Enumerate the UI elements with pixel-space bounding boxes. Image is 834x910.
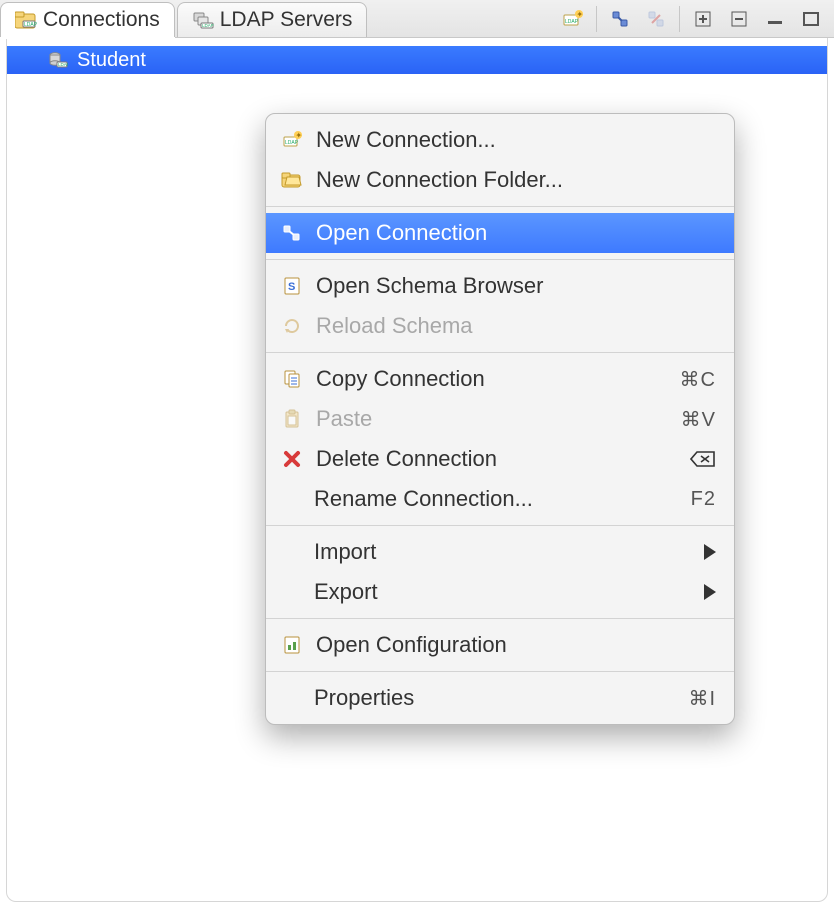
schema-browser-icon: S [280, 275, 304, 297]
toolbar-separator [596, 6, 597, 32]
new-connection-icon: LDAP ✦ [280, 129, 304, 151]
svg-text:LDAP: LDAP [202, 23, 214, 28]
connection-tree-item[interactable]: LDAP Student [7, 46, 827, 74]
maximize-view-button[interactable] [794, 4, 828, 34]
ldap-servers-icon: LDAP [192, 10, 214, 30]
menu-separator [266, 206, 734, 207]
menu-open-schema-browser-label: Open Schema Browser [316, 273, 716, 299]
new-connection-toolbar-button[interactable]: LDAP ✦ [556, 4, 590, 34]
close-connection-toolbar-button[interactable] [639, 4, 673, 34]
menu-properties[interactable]: Properties ⌘I [266, 678, 734, 718]
menu-properties-label: Properties [314, 685, 676, 711]
menu-separator [266, 525, 734, 526]
menu-open-configuration-label: Open Configuration [316, 632, 716, 658]
menu-separator [266, 618, 734, 619]
svg-text:S: S [288, 281, 295, 293]
open-connection-toolbar-button[interactable] [603, 4, 637, 34]
menu-rename-connection-shortcut: F2 [691, 488, 716, 511]
menu-separator [266, 352, 734, 353]
reload-schema-icon [280, 315, 304, 337]
menu-new-connection-label: New Connection... [316, 127, 716, 153]
ldap-connection-icon: LDAP [47, 50, 69, 70]
menu-paste-shortcut: ⌘V [681, 407, 716, 432]
submenu-arrow-icon [704, 584, 716, 600]
connections-folder-icon: LDAP [15, 10, 37, 30]
ldap-connections-view: LDAP Connections LDAP LDAP Servers LDAP [0, 0, 834, 910]
menu-import-label: Import [314, 539, 692, 565]
connection-context-menu: LDAP ✦ New Connection... New Connection … [265, 113, 735, 725]
view-tab-bar: LDAP Connections LDAP LDAP Servers LDAP [0, 0, 834, 38]
open-connection-icon [280, 222, 304, 244]
tab-ldap-servers[interactable]: LDAP LDAP Servers [177, 2, 368, 37]
submenu-arrow-icon [704, 544, 716, 560]
menu-copy-connection-shortcut: ⌘C [680, 367, 716, 392]
menu-rename-connection-label: Rename Connection... [314, 486, 679, 512]
menu-rename-connection[interactable]: Rename Connection... F2 [266, 479, 734, 519]
tab-connections[interactable]: LDAP Connections [0, 2, 175, 37]
expand-all-button[interactable] [686, 4, 720, 34]
menu-properties-shortcut: ⌘I [688, 686, 716, 711]
menu-paste: Paste ⌘V [266, 399, 734, 439]
svg-text:LDAP: LDAP [565, 19, 579, 25]
menu-import[interactable]: Import [266, 532, 734, 572]
menu-new-connection-folder[interactable]: New Connection Folder... [266, 160, 734, 200]
connection-tree-item-label: Student [77, 49, 146, 72]
menu-new-connection-folder-label: New Connection Folder... [316, 167, 716, 193]
tab-connections-label: Connections [43, 8, 160, 32]
svg-text:LDAP: LDAP [285, 140, 299, 146]
menu-copy-connection[interactable]: Copy Connection ⌘C [266, 359, 734, 399]
svg-text:✦: ✦ [295, 131, 302, 140]
menu-separator [266, 259, 734, 260]
menu-open-connection-label: Open Connection [316, 220, 716, 246]
menu-export[interactable]: Export [266, 572, 734, 612]
connections-panel: LDAP Student LDAP ✦ New Connection... [6, 38, 828, 902]
menu-delete-connection-shortcut [690, 450, 716, 468]
menu-export-label: Export [314, 579, 692, 605]
collapse-all-button[interactable] [722, 4, 756, 34]
copy-icon [280, 368, 304, 390]
menu-new-connection[interactable]: LDAP ✦ New Connection... [266, 120, 734, 160]
menu-open-schema-browser[interactable]: S Open Schema Browser [266, 266, 734, 306]
svg-text:✦: ✦ [576, 10, 583, 19]
toolbar-separator [679, 6, 680, 32]
menu-open-connection[interactable]: Open Connection [266, 213, 734, 253]
view-toolbar: LDAP ✦ [556, 0, 834, 37]
configuration-icon [280, 634, 304, 656]
new-folder-icon [280, 169, 304, 191]
svg-text:LDAP: LDAP [58, 62, 68, 67]
menu-separator [266, 671, 734, 672]
menu-delete-connection[interactable]: Delete Connection [266, 439, 734, 479]
menu-delete-connection-label: Delete Connection [316, 446, 678, 472]
tab-ldap-servers-label: LDAP Servers [220, 8, 353, 32]
menu-copy-connection-label: Copy Connection [316, 366, 668, 392]
menu-open-configuration[interactable]: Open Configuration [266, 625, 734, 665]
delete-icon [280, 448, 304, 470]
svg-text:LDAP: LDAP [24, 22, 37, 28]
menu-paste-label: Paste [316, 406, 669, 432]
paste-icon [280, 408, 304, 430]
minimize-view-button[interactable] [758, 4, 792, 34]
menu-reload-schema-label: Reload Schema [316, 313, 716, 339]
menu-reload-schema: Reload Schema [266, 306, 734, 346]
